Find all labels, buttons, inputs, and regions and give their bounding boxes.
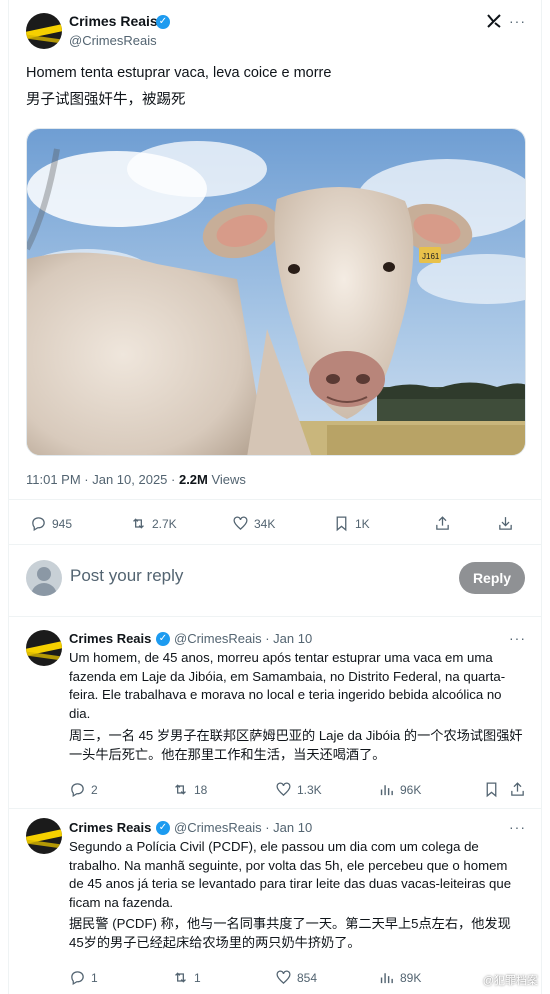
- reply-action[interactable]: 2: [69, 781, 98, 798]
- repost-action[interactable]: 1: [172, 969, 201, 986]
- author-avatar[interactable]: [26, 13, 62, 49]
- more-options-icon[interactable]: ···: [509, 13, 526, 29]
- tweet-timestamp[interactable]: 11:01 PM · Jan 10, 2025 ·: [26, 472, 179, 487]
- views-chart-icon: [380, 785, 393, 796]
- reply-input[interactable]: Post your reply: [70, 566, 183, 586]
- views-label: Views: [207, 472, 246, 487]
- like-action[interactable]: 1.3K: [275, 781, 322, 798]
- tweet-photo-cow[interactable]: J161: [26, 128, 526, 456]
- bookmark-action[interactable]: [483, 781, 500, 798]
- bookmark-count: 1K: [355, 516, 370, 531]
- like-count: 34K: [254, 516, 276, 531]
- user-avatar[interactable]: [26, 560, 62, 596]
- divider: [8, 808, 542, 809]
- views-action[interactable]: 89K: [378, 969, 421, 986]
- share-icon: [436, 516, 449, 530]
- reply-handle-date: @CrimesReais · Jan 10: [174, 820, 312, 835]
- reply-author-avatar[interactable]: [26, 818, 62, 854]
- views-chart-icon: [380, 973, 393, 984]
- reply-icon: [71, 783, 84, 798]
- reply-author-avatar[interactable]: [26, 630, 62, 666]
- reply-action[interactable]: 945: [30, 515, 72, 532]
- repost-count: 1: [194, 970, 201, 985]
- divider: [8, 544, 542, 545]
- repost-icon: [175, 972, 186, 983]
- reply-count: 945: [52, 516, 73, 531]
- bookmark-icon: [336, 516, 347, 532]
- like-count: 854: [297, 970, 318, 985]
- reply-icon: [32, 517, 45, 532]
- reply-icon: [71, 971, 84, 986]
- reply-header: Crimes Reais: [69, 820, 151, 835]
- download-icon: [499, 517, 512, 530]
- repost-action[interactable]: 2.7K: [130, 515, 177, 532]
- view-count: 96K: [400, 782, 422, 797]
- verified-badge-icon: ✓: [156, 821, 170, 835]
- reply-text-chinese: 据民警 (PCDF) 称，他与一名同事共度了一天。第二天早上5点左右，他发现 4…: [69, 916, 511, 950]
- bookmark-icon: [486, 782, 497, 798]
- repost-count: 2.7K: [152, 516, 177, 531]
- reply-author-name[interactable]: Crimes Reais: [69, 631, 151, 646]
- tweet-text-chinese: 男子试图强奸牛，被踢死: [26, 92, 186, 108]
- bookmark-action[interactable]: 1K: [333, 515, 370, 532]
- grok-icon[interactable]: [485, 12, 503, 34]
- heart-icon: [276, 782, 291, 797]
- repost-icon: [133, 518, 144, 529]
- like-count: 1.3K: [297, 782, 322, 797]
- verified-badge-icon: ✓: [156, 15, 170, 29]
- more-options-icon[interactable]: ···: [509, 630, 526, 646]
- verified-badge-icon: ✓: [156, 632, 170, 646]
- reply-button[interactable]: Reply: [459, 562, 525, 594]
- reply-count: 2: [91, 782, 98, 797]
- more-options-icon[interactable]: ···: [509, 819, 526, 835]
- views-action[interactable]: 96K: [378, 781, 421, 798]
- reply-handle-date: @CrimesReais · Jan 10: [174, 631, 312, 646]
- reply-author-handle[interactable]: @CrimesReais · Jan 10: [174, 631, 312, 646]
- heart-icon: [233, 516, 248, 531]
- download-action[interactable]: [497, 515, 514, 532]
- repost-icon: [175, 784, 186, 795]
- reply-header: Crimes Reais: [69, 631, 151, 646]
- divider: [8, 616, 542, 617]
- share-action[interactable]: [434, 515, 451, 532]
- reply-author-handle[interactable]: @CrimesReais · Jan 10: [174, 820, 312, 835]
- like-action[interactable]: 34K: [232, 515, 275, 532]
- reply-author-name[interactable]: Crimes Reais: [69, 820, 151, 835]
- reply-action[interactable]: 1: [69, 969, 98, 986]
- author-name[interactable]: Crimes Reais: [69, 13, 158, 29]
- tweet-text-portuguese: Homem tenta estuprar vaca, leva coice e …: [26, 65, 332, 81]
- reply-text-portuguese: Um homem, de 45 anos, morreu após tentar…: [69, 650, 506, 721]
- reply-count: 1: [91, 970, 98, 985]
- tweet-meta: 11:01 PM · Jan 10, 2025 · 2.2M Views: [26, 472, 246, 487]
- like-action[interactable]: 854: [275, 969, 317, 986]
- heart-icon: [276, 970, 291, 985]
- ear-tag-number: J161: [422, 252, 440, 261]
- author-handle[interactable]: @CrimesReais: [69, 33, 157, 48]
- repost-count: 18: [194, 782, 208, 797]
- view-count: 89K: [400, 970, 422, 985]
- reply-text-portuguese: Segundo a Polícia Civil (PCDF), ele pass…: [69, 839, 512, 910]
- share-action[interactable]: [509, 781, 526, 798]
- views-count: 2.2M: [178, 472, 208, 487]
- watermark: @犯罪档案: [482, 975, 538, 987]
- divider: [8, 499, 542, 500]
- repost-action[interactable]: 18: [172, 781, 207, 798]
- share-icon: [511, 782, 524, 796]
- reply-text-chinese: 周三，一名 45 岁男子在联邦区萨姆巴亚的 Laje da Jibóia 的一个…: [69, 728, 523, 762]
